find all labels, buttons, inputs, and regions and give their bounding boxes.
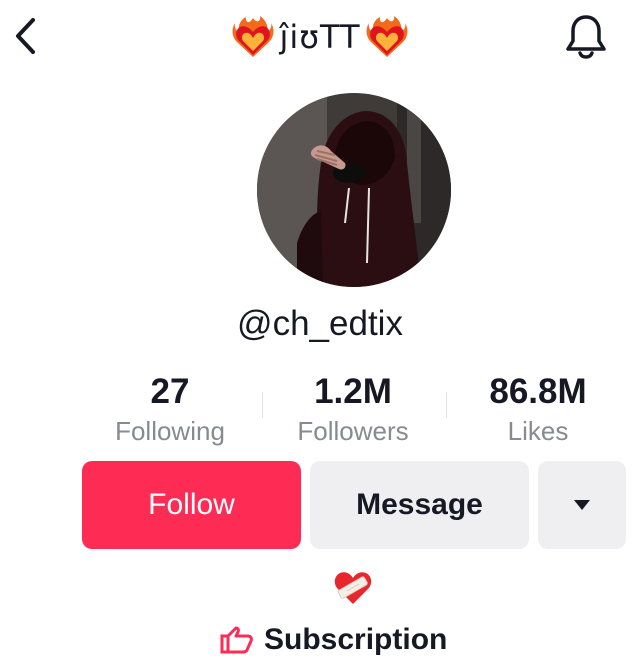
- caret-down-icon: [574, 500, 590, 510]
- heart-on-fire-icon: [366, 16, 407, 57]
- profile-title: ĵiʊTT: [0, 12, 640, 62]
- stat-likes: 86.8M Likes: [448, 370, 628, 448]
- stat-divider: [446, 392, 447, 418]
- notifications-button[interactable]: [560, 10, 612, 62]
- likes-label: Likes: [507, 416, 569, 446]
- stat-following[interactable]: 27 Following: [80, 370, 260, 448]
- hooded-figure-photo: [257, 93, 451, 287]
- message-button[interactable]: Message: [310, 461, 529, 549]
- following-count: 27: [150, 372, 190, 411]
- heart-on-fire-icon: [232, 16, 274, 57]
- mending-heart-icon: [334, 572, 372, 604]
- stat-followers[interactable]: 1.2M Followers: [263, 370, 443, 448]
- bell-icon: [566, 15, 606, 59]
- username: @ch_edtix: [237, 304, 403, 343]
- avatar[interactable]: [257, 93, 451, 287]
- subscription-link[interactable]: Subscription: [220, 620, 447, 660]
- likes-count: 86.8M: [489, 372, 587, 411]
- stats-row: 27 Following 1.2M Followers 86.8M Likes: [0, 370, 640, 450]
- top-bar: ĵiʊTT: [0, 0, 640, 80]
- followers-label: Followers: [297, 416, 409, 446]
- followers-count: 1.2M: [314, 372, 392, 411]
- subscription-label: Subscription: [264, 623, 448, 656]
- following-label: Following: [115, 416, 225, 446]
- more-options-button[interactable]: [538, 461, 626, 549]
- stat-divider: [262, 392, 263, 418]
- subscription-icon: [220, 626, 253, 654]
- follow-button[interactable]: Follow: [82, 461, 301, 549]
- page-title: ĵiʊTT: [279, 18, 361, 56]
